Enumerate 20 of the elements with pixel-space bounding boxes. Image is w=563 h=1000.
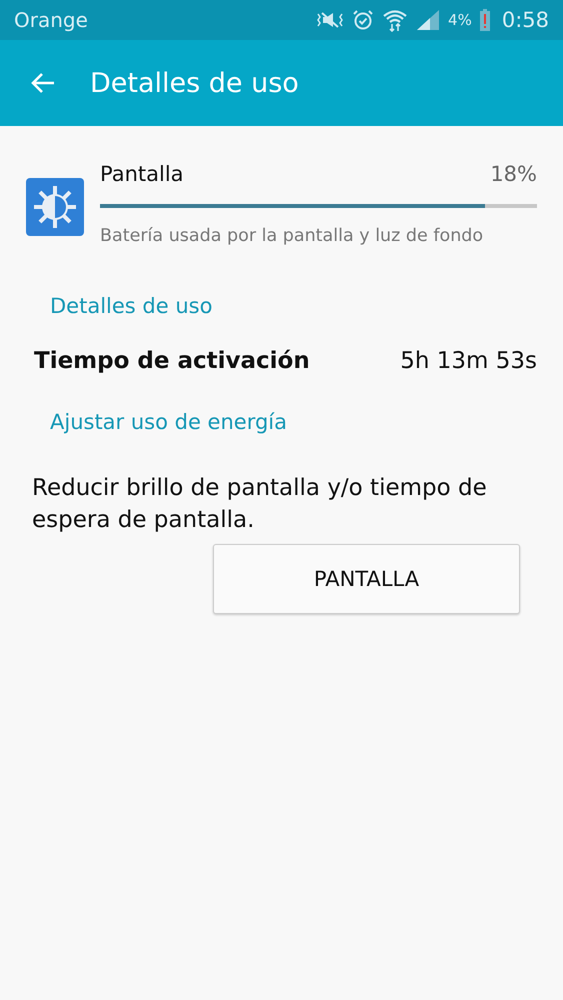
signal-icon bbox=[416, 9, 440, 31]
battery-low-icon bbox=[480, 9, 490, 31]
power-tip-text: Reducir brillo de pantalla y/o tiempo de espera de pantalla. bbox=[32, 474, 488, 536]
battery-percent: 4% bbox=[448, 11, 472, 29]
screen-title: Detalles de uso bbox=[90, 68, 299, 98]
usage-item-name: Pantalla bbox=[100, 162, 184, 186]
detail-value: 5h 13m 53s bbox=[400, 348, 537, 374]
usage-description: Batería usada por la pantalla y luz de fondo bbox=[100, 226, 484, 246]
section-heading: Ajustar uso de energía bbox=[50, 410, 288, 434]
carrier-name: Orange bbox=[14, 8, 88, 32]
alarm-icon bbox=[352, 9, 374, 31]
brightness-icon bbox=[26, 178, 84, 236]
section-heading: Detalles de uso bbox=[50, 294, 214, 318]
display-settings-button[interactable]: PANTALLA bbox=[213, 544, 520, 614]
wifi-icon bbox=[382, 8, 408, 32]
usage-percent: 18% bbox=[490, 162, 537, 186]
back-arrow-icon[interactable] bbox=[30, 71, 56, 95]
mute-vibrate-icon bbox=[316, 10, 344, 30]
detail-label: Tiempo de activación bbox=[34, 348, 310, 374]
clock-time: 0:58 bbox=[502, 8, 549, 32]
